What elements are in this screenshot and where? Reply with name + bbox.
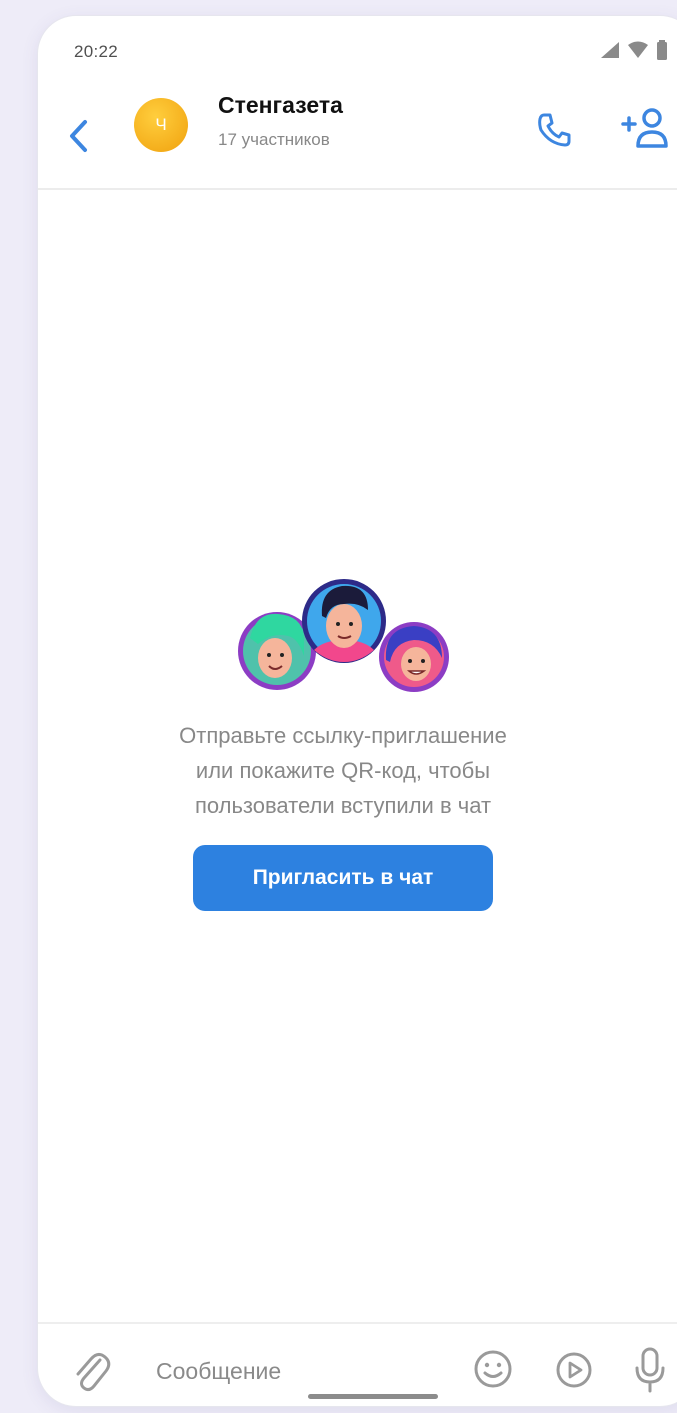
- add-user-icon[interactable]: [620, 106, 670, 150]
- chat-avatar[interactable]: Ч: [134, 98, 188, 152]
- home-indicator[interactable]: [308, 1394, 438, 1399]
- wifi-icon: [628, 41, 648, 58]
- status-bar: 20:22: [38, 16, 677, 76]
- message-input[interactable]: [154, 1348, 458, 1394]
- paperclip-icon[interactable]: [72, 1348, 112, 1394]
- play-circle-icon[interactable]: [554, 1350, 594, 1390]
- invite-to-chat-button[interactable]: Пригласить в чат: [193, 845, 493, 911]
- phone-screen: 20:22 Ч Стенгазета 17 участников Отправь…: [38, 16, 677, 1406]
- status-time: 20:22: [74, 42, 119, 61]
- back-arrow-icon[interactable]: [64, 118, 94, 154]
- empty-chat-state: Отправьте ссылку-приглашение или покажит…: [38, 576, 648, 911]
- chat-title[interactable]: Стенгазета: [218, 92, 343, 119]
- battery-icon: [657, 40, 667, 60]
- chat-members-count[interactable]: 17 участников: [218, 130, 330, 150]
- microphone-icon[interactable]: [634, 1346, 666, 1394]
- phone-icon[interactable]: [534, 110, 574, 150]
- chat-header: Ч Стенгазета 17 участников: [38, 76, 677, 190]
- smile-icon[interactable]: [472, 1348, 514, 1390]
- invite-people-illustration: [238, 579, 449, 692]
- empty-state-text: Отправьте ссылку-приглашение или покажит…: [179, 723, 507, 818]
- cellular-signal-icon: [601, 42, 619, 58]
- status-icons: [600, 40, 668, 60]
